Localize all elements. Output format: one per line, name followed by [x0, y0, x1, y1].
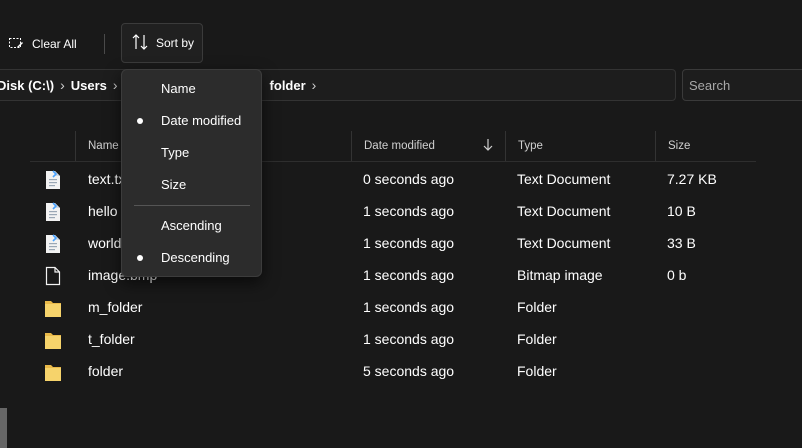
- file-type: Folder: [517, 363, 557, 379]
- file-size: 10 B: [667, 203, 696, 219]
- file-type: Text Document: [517, 171, 611, 187]
- file-modified: 1 seconds ago: [363, 235, 455, 251]
- file-row[interactable]: t_folder 1 seconds ago Folder: [30, 323, 756, 355]
- column-size-label: Size: [668, 140, 691, 152]
- search-box[interactable]: [682, 69, 802, 101]
- file-size: 33 B: [667, 235, 696, 251]
- sort-menu: Name Date modified Type Size Ascending D…: [121, 69, 262, 277]
- file-modified: 1 seconds ago: [363, 203, 455, 219]
- sort-descending-arrow-icon: [482, 138, 494, 155]
- text-file-icon: [44, 234, 62, 254]
- sort-arrows-icon: [132, 33, 148, 54]
- sort-option-name[interactable]: Name: [122, 73, 261, 105]
- sort-order-ascending[interactable]: Ascending: [122, 210, 261, 242]
- toolbar-divider: [104, 34, 105, 54]
- menu-divider: [134, 205, 250, 206]
- folder-icon: [44, 362, 62, 382]
- sort-order-ascending-label: Ascending: [161, 218, 222, 233]
- clear-selection-icon: [8, 35, 24, 54]
- sort-order-descending[interactable]: Descending: [122, 242, 261, 274]
- column-header-type[interactable]: Type: [505, 131, 655, 161]
- sort-option-size-label: Size: [161, 177, 187, 192]
- file-modified: 0 seconds ago: [363, 171, 455, 187]
- chevron-right-icon: ›: [112, 77, 118, 93]
- file-modified: 1 seconds ago: [363, 299, 455, 315]
- clear-all-label: Clear All: [32, 37, 77, 51]
- column-type-label: Type: [518, 140, 543, 152]
- address-bar[interactable]: Disk (C:\) › Users › folder ›: [0, 69, 676, 101]
- column-name-label: Name: [88, 140, 119, 152]
- sort-by-button[interactable]: Sort by: [121, 23, 203, 63]
- sort-order-descending-label: Descending: [161, 250, 230, 265]
- selected-dot-icon: [137, 118, 143, 124]
- file-name: m_folder: [88, 299, 143, 315]
- file-size: 7.27 KB: [667, 171, 717, 187]
- sort-option-name-label: Name: [161, 81, 196, 96]
- file-name: world: [88, 235, 122, 251]
- file-size: 0 b: [667, 267, 687, 283]
- file-name: folder: [88, 363, 124, 379]
- folder-icon: [44, 298, 62, 318]
- breadcrumb-folder[interactable]: folder: [270, 78, 306, 93]
- file-type: Folder: [517, 331, 557, 347]
- text-file-icon: [44, 202, 62, 222]
- file-modified: 1 seconds ago: [363, 267, 455, 283]
- file-modified: 1 seconds ago: [363, 331, 455, 347]
- column-header-size[interactable]: Size: [655, 131, 756, 161]
- blank-file-icon: [44, 266, 62, 286]
- file-name: hello: [88, 203, 118, 219]
- breadcrumb-users[interactable]: Users: [71, 78, 107, 93]
- selected-dot-icon: [137, 255, 143, 261]
- file-type: Text Document: [517, 235, 611, 251]
- column-date-label: Date modified: [364, 140, 435, 152]
- breadcrumb-disk[interactable]: Disk (C:\): [0, 78, 54, 93]
- sort-option-type-label: Type: [161, 145, 190, 160]
- chevron-right-icon: ›: [60, 77, 65, 93]
- chevron-right-icon: ›: [311, 77, 317, 93]
- sort-option-date-label: Date modified: [161, 113, 242, 128]
- column-header-date-modified[interactable]: Date modified: [351, 131, 505, 161]
- folder-icon: [44, 330, 62, 350]
- file-type: Folder: [517, 299, 557, 315]
- text-file-icon: [44, 170, 62, 190]
- file-row[interactable]: folder 5 seconds ago Folder: [30, 355, 756, 387]
- file-row[interactable]: m_folder 1 seconds ago Folder: [30, 291, 756, 323]
- clear-all-button[interactable]: Clear All: [8, 30, 77, 58]
- scrollbar-thumb[interactable]: [0, 408, 7, 448]
- sort-option-size[interactable]: Size: [122, 169, 261, 201]
- file-name: t_folder: [88, 331, 135, 347]
- file-type: Bitmap image: [517, 267, 603, 283]
- sort-option-type[interactable]: Type: [122, 137, 261, 169]
- file-modified: 5 seconds ago: [363, 363, 455, 379]
- file-type: Text Document: [517, 203, 611, 219]
- sort-option-date-modified[interactable]: Date modified: [122, 105, 261, 137]
- search-input[interactable]: [683, 70, 801, 100]
- sort-by-label: Sort by: [156, 36, 195, 50]
